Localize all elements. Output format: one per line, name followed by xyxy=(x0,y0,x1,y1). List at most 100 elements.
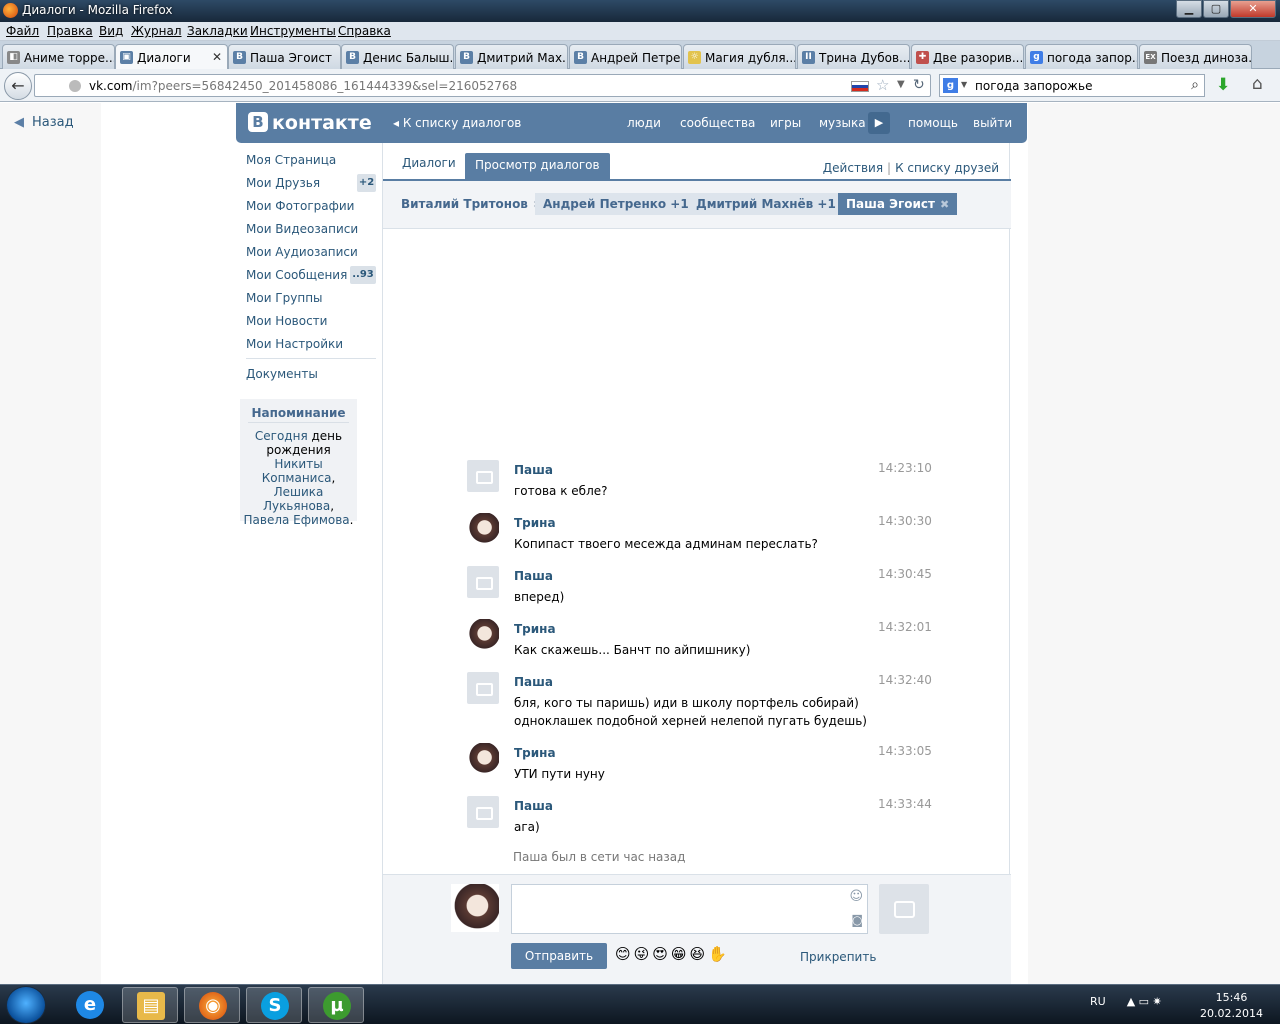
send-button[interactable]: Отправить xyxy=(511,943,607,969)
sidebar-item-documents[interactable]: Документы xyxy=(246,367,376,381)
tray-icons[interactable]: ▲ ▭ ✷ xyxy=(1127,995,1162,1008)
message-time[interactable]: 14:32:01 xyxy=(878,620,932,634)
message-author[interactable]: Паша xyxy=(514,675,553,689)
tab-view-dialogs[interactable]: Просмотр диалогов xyxy=(465,153,610,179)
avatar[interactable] xyxy=(467,619,499,651)
avatar[interactable] xyxy=(467,672,499,704)
message-time[interactable]: 14:33:05 xyxy=(878,744,932,758)
search-bar[interactable]: g ▼ погода запорожье ⌕ xyxy=(939,74,1205,97)
google-icon[interactable]: g xyxy=(943,78,958,93)
sidebar-item-my-page[interactable]: Моя Страница xyxy=(246,153,376,167)
back-link[interactable]: ◀ Назад xyxy=(14,115,74,130)
back-button[interactable]: ← xyxy=(4,72,32,100)
reminder-friend-link[interactable]: Павела Ефимова xyxy=(244,513,350,527)
tab-close-icon[interactable]: ✕ xyxy=(212,50,222,64)
tab-dialogs[interactable]: ▣ Диалоги ✕ xyxy=(115,44,228,70)
taskbar-utorrent[interactable]: µ xyxy=(308,987,364,1023)
avatar[interactable] xyxy=(467,460,499,492)
nav-games[interactable]: игры xyxy=(770,116,801,130)
message-author[interactable]: Паша xyxy=(514,569,553,583)
vk-logo[interactable]: Bконтакте xyxy=(248,112,372,134)
message-author[interactable]: Трина xyxy=(514,516,556,530)
message-author[interactable]: Трина xyxy=(514,746,556,760)
message-author[interactable]: Паша xyxy=(514,799,553,813)
avatar[interactable] xyxy=(467,796,499,828)
sidebar-item-audio[interactable]: Мои Аудиозаписи xyxy=(246,245,376,259)
actions-link[interactable]: Действия xyxy=(823,161,883,175)
tab-anime-torrents[interactable]: ◧ Аниме торре... xyxy=(2,44,115,69)
message-author[interactable]: Трина xyxy=(514,622,556,636)
messages-badge[interactable]: ..93 xyxy=(350,266,376,284)
emoji-shortcuts[interactable]: 😊😜😍😁😆✋ xyxy=(615,945,730,963)
avatar[interactable] xyxy=(467,566,499,598)
menu-edit[interactable]: Правка xyxy=(47,24,93,38)
tab-pasha-egoist[interactable]: B Паша Эгоист xyxy=(228,44,341,69)
url-text[interactable]: vk.com/im?peers=56842450_201458086_16144… xyxy=(89,79,517,93)
tab-magic[interactable]: ☼ Магия дубля... xyxy=(683,44,796,69)
system-tray[interactable]: RU ▲ ▭ ✷ xyxy=(1090,995,1162,1008)
sidebar-item-videos[interactable]: Мои Видеозаписи xyxy=(246,222,376,236)
peer-chip[interactable]: Виталий Тритонов✖ xyxy=(393,193,550,215)
sidebar-item-photos[interactable]: Мои Фотографии xyxy=(246,199,376,213)
remove-peer-icon[interactable]: ✖ xyxy=(940,198,949,211)
avatar[interactable] xyxy=(467,743,499,775)
camera-icon[interactable]: ◙ xyxy=(851,913,863,927)
close-button[interactable]: ✕ xyxy=(1230,0,1276,18)
tab-andrey[interactable]: B Андрей Петре... xyxy=(569,44,682,69)
peer-chip[interactable]: Дмитрий Махнёв +1✖ xyxy=(688,193,859,215)
search-input[interactable]: погода запорожье xyxy=(975,79,1092,93)
tab-dino-train[interactable]: EX Поезд диноза... xyxy=(1139,44,1252,69)
friends-list-link[interactable]: К списку друзей xyxy=(895,161,999,175)
peer-chip-selected[interactable]: Паша Эгоист ✖ xyxy=(838,193,958,215)
nav-music[interactable]: музыка xyxy=(819,116,866,130)
menu-bookmarks[interactable]: Закладки xyxy=(187,24,248,38)
menu-tools[interactable]: Инструменты xyxy=(250,24,336,38)
message-time[interactable]: 14:33:44 xyxy=(878,797,932,811)
tab-weather[interactable]: g погода запор... xyxy=(1025,44,1138,69)
tab-trina[interactable]: II Трина Дубов... xyxy=(797,44,910,69)
message-input[interactable]: ☺ ◙ xyxy=(511,884,868,934)
my-avatar[interactable] xyxy=(451,884,499,932)
tab-dmitry[interactable]: B Дмитрий Мах... xyxy=(455,44,568,69)
sidebar-item-settings[interactable]: Мои Настройки xyxy=(246,337,376,351)
start-button[interactable] xyxy=(6,986,46,1024)
reminder-friend-link[interactable]: Никиты Копманиса xyxy=(262,457,332,485)
smiley-icon[interactable]: ☺ xyxy=(849,889,863,904)
history-dropdown-icon[interactable]: ▼ xyxy=(897,79,905,90)
menu-history[interactable]: Журнал xyxy=(131,24,182,38)
message-time[interactable]: 14:23:10 xyxy=(878,461,932,475)
taskbar-internet-explorer[interactable]: e xyxy=(62,987,118,1023)
play-icon[interactable]: ▶ xyxy=(868,112,890,134)
bookmark-star-icon[interactable]: ☆ xyxy=(876,76,889,94)
engine-dropdown-icon[interactable]: ▼ xyxy=(961,80,967,89)
taskbar-explorer[interactable]: ▤ xyxy=(122,987,178,1023)
peer-avatar[interactable] xyxy=(879,884,929,934)
maximize-button[interactable]: ▢ xyxy=(1203,0,1229,18)
nav-communities[interactable]: сообщества xyxy=(680,116,755,130)
tab-dialogs-list[interactable]: Диалоги xyxy=(402,156,456,170)
sidebar-item-news[interactable]: Мои Новости xyxy=(246,314,376,328)
url-bar[interactable]: vk.com/im?peers=56842450_201458086_16144… xyxy=(34,74,931,97)
message-time[interactable]: 14:30:45 xyxy=(878,567,932,581)
taskbar-firefox[interactable]: ◉ xyxy=(184,987,240,1023)
tab-two-broke[interactable]: ✚ Две разорив... xyxy=(911,44,1024,69)
search-icon[interactable]: ⌕ xyxy=(1191,77,1199,93)
nav-logout[interactable]: выйти xyxy=(973,116,1012,130)
nav-help[interactable]: помощь xyxy=(908,116,958,130)
reload-icon[interactable]: ↻ xyxy=(913,77,925,93)
menu-view[interactable]: Вид xyxy=(99,24,123,38)
tab-denis[interactable]: B Денис Балыш... xyxy=(341,44,454,69)
nav-people[interactable]: люди xyxy=(627,116,661,130)
taskbar-skype[interactable]: S xyxy=(246,987,302,1023)
message-author[interactable]: Паша xyxy=(514,463,553,477)
avatar[interactable] xyxy=(467,513,499,545)
message-time[interactable]: 14:32:40 xyxy=(878,673,932,687)
reminder-today-link[interactable]: Сегодня xyxy=(255,429,308,443)
friends-badge[interactable]: +2 xyxy=(357,174,376,192)
system-clock[interactable]: 15:46 20.02.2014 xyxy=(1200,990,1263,1022)
menu-help[interactable]: Справка xyxy=(338,24,391,38)
reminder-friend-link[interactable]: Лешика Лукьянова xyxy=(263,485,330,513)
sidebar-item-groups[interactable]: Мои Группы xyxy=(246,291,376,305)
menu-file[interactable]: Файл xyxy=(6,24,39,38)
minimize-button[interactable]: ▁ xyxy=(1176,0,1202,18)
